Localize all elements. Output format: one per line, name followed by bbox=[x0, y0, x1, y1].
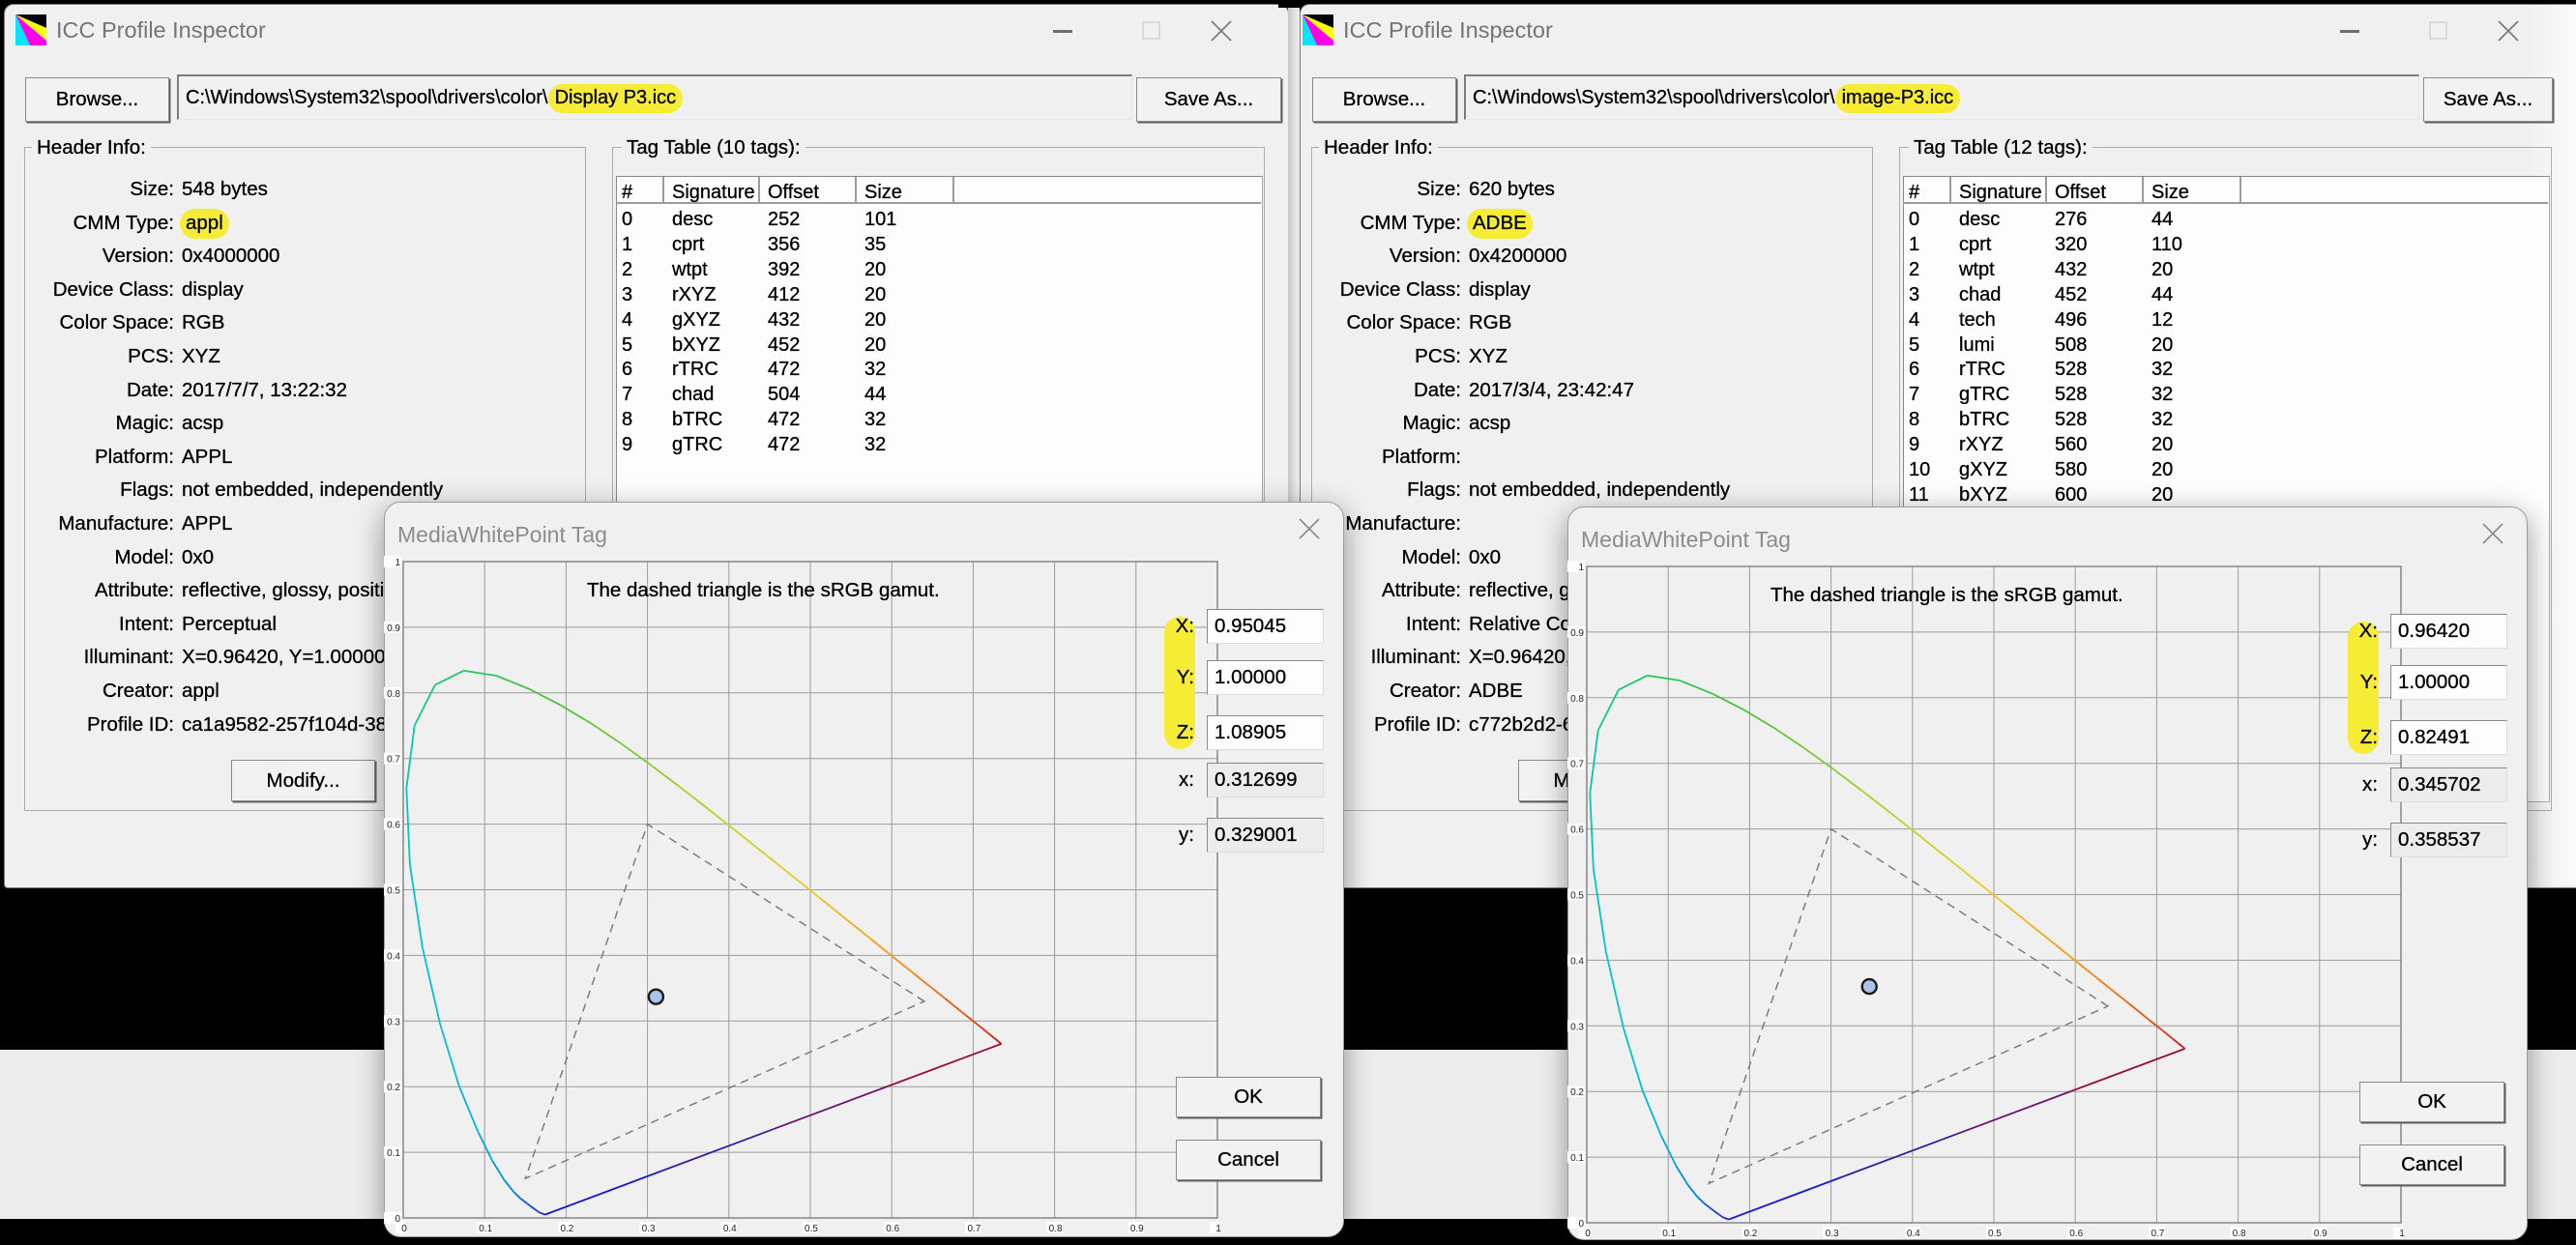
svg-text:1: 1 bbox=[1578, 563, 1584, 573]
svg-text:0.3: 0.3 bbox=[642, 1224, 656, 1234]
svg-text:0.1: 0.1 bbox=[1570, 1153, 1584, 1164]
svg-text:0.8: 0.8 bbox=[2233, 1229, 2246, 1238]
svg-text:0.4: 0.4 bbox=[387, 951, 400, 962]
svg-text:1: 1 bbox=[395, 558, 400, 568]
svg-text:0.6: 0.6 bbox=[886, 1224, 899, 1234]
svg-text:0.9: 0.9 bbox=[1130, 1224, 1144, 1234]
svg-text:0.8: 0.8 bbox=[387, 689, 400, 700]
svg-text:0.1: 0.1 bbox=[479, 1224, 492, 1234]
svg-text:1: 1 bbox=[2399, 1229, 2405, 1238]
svg-text:0.9: 0.9 bbox=[2314, 1229, 2327, 1238]
svg-text:0.3: 0.3 bbox=[1570, 1022, 1584, 1032]
svg-text:0.9: 0.9 bbox=[387, 623, 400, 634]
svg-text:0.7: 0.7 bbox=[967, 1224, 981, 1234]
svg-text:0.2: 0.2 bbox=[1570, 1087, 1584, 1098]
svg-text:0.8: 0.8 bbox=[1570, 694, 1584, 705]
svg-text:0.2: 0.2 bbox=[1743, 1229, 1757, 1238]
svg-text:0.6: 0.6 bbox=[1570, 825, 1584, 836]
svg-text:0.3: 0.3 bbox=[387, 1017, 400, 1028]
svg-text:0.5: 0.5 bbox=[1988, 1229, 2002, 1238]
svg-text:0.7: 0.7 bbox=[387, 755, 400, 766]
svg-text:0.1: 0.1 bbox=[387, 1148, 400, 1159]
svg-text:0.4: 0.4 bbox=[1907, 1229, 1920, 1238]
svg-text:0.1: 0.1 bbox=[1662, 1229, 1676, 1238]
svg-text:0: 0 bbox=[401, 1224, 407, 1234]
svg-text:0: 0 bbox=[1585, 1229, 1591, 1238]
svg-text:0.2: 0.2 bbox=[560, 1224, 573, 1234]
svg-text:0.8: 0.8 bbox=[1049, 1224, 1063, 1234]
svg-text:0.7: 0.7 bbox=[2151, 1229, 2164, 1238]
svg-text:0.5: 0.5 bbox=[387, 886, 400, 897]
svg-text:0.4: 0.4 bbox=[723, 1224, 737, 1234]
svg-text:0.5: 0.5 bbox=[1570, 891, 1584, 902]
svg-text:0.4: 0.4 bbox=[1570, 956, 1584, 967]
svg-text:0.6: 0.6 bbox=[387, 821, 400, 831]
svg-text:0.3: 0.3 bbox=[1826, 1229, 1839, 1238]
svg-text:1: 1 bbox=[1215, 1224, 1221, 1234]
svg-text:0.9: 0.9 bbox=[1570, 628, 1584, 639]
svg-text:0.5: 0.5 bbox=[805, 1224, 818, 1234]
svg-text:0.6: 0.6 bbox=[2069, 1229, 2083, 1238]
svg-text:0.7: 0.7 bbox=[1570, 760, 1584, 770]
svg-text:0.2: 0.2 bbox=[387, 1083, 400, 1093]
